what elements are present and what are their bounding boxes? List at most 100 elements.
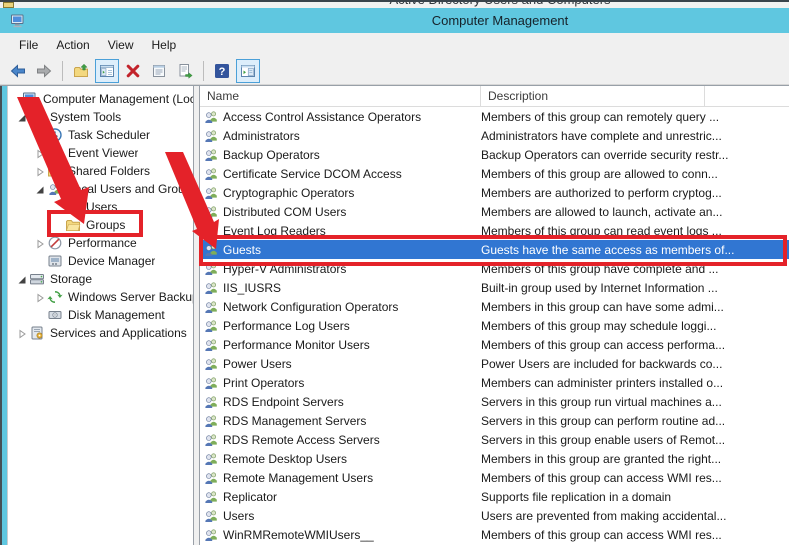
table-row[interactable]: UsersUsers are prevented from making acc… <box>200 506 789 525</box>
properties-button[interactable] <box>147 59 171 83</box>
tree-item-users[interactable]: Users <box>8 198 193 216</box>
show-console-tree-button[interactable] <box>95 59 119 83</box>
back-arrow-icon <box>10 63 26 79</box>
background-window-title: Active Directory Users and Computers <box>105 0 789 7</box>
back-button[interactable] <box>6 59 30 83</box>
menu-view[interactable]: View <box>99 35 143 55</box>
clock-icon <box>47 127 63 143</box>
table-row[interactable]: Remote Desktop UsersMembers in this grou… <box>200 449 789 468</box>
table-row[interactable]: RDS Remote Access ServersServers in this… <box>200 430 789 449</box>
groups-list: Name Description Access Control Assistan… <box>199 86 789 545</box>
list-header: Name Description <box>200 86 789 107</box>
table-row[interactable]: Hyper-V AdministratorsMembers of this gr… <box>200 259 789 278</box>
folder-up-icon <box>73 63 89 79</box>
tree-item-task-scheduler[interactable]: Task Scheduler <box>8 126 193 144</box>
tree-item-event-viewer[interactable]: Event Viewer <box>8 144 193 162</box>
help-button[interactable] <box>210 59 234 83</box>
action-pane-icon <box>240 63 256 79</box>
tools-icon <box>29 109 45 125</box>
table-row[interactable]: Remote Management UsersMembers of this g… <box>200 468 789 487</box>
column-header-description[interactable]: Description <box>481 86 705 106</box>
table-row[interactable]: Cryptographic OperatorsMembers are autho… <box>200 183 789 202</box>
column-header-spacer <box>705 86 789 106</box>
gauge-icon <box>47 235 63 251</box>
expand-icon[interactable] <box>35 184 47 194</box>
expand-icon[interactable] <box>17 112 29 122</box>
table-row[interactable]: ReplicatorSupports file replication in a… <box>200 487 789 506</box>
collapse-icon[interactable] <box>35 238 47 248</box>
group-icon <box>203 337 219 353</box>
tree-item-windows-server-backup[interactable]: Windows Server Backup <box>8 288 193 306</box>
collapse-icon[interactable] <box>35 130 47 140</box>
collapse-icon[interactable] <box>35 148 47 158</box>
table-row[interactable]: Network Configuration OperatorsMembers i… <box>200 297 789 316</box>
group-icon <box>203 318 219 334</box>
table-row[interactable]: Backup OperatorsBackup Operators can ove… <box>200 145 789 164</box>
computer-icon <box>22 91 38 107</box>
toolbar-separator <box>203 61 204 81</box>
tree-item-performance[interactable]: Performance <box>8 234 193 252</box>
group-icon <box>203 242 219 258</box>
table-row-selected[interactable]: GuestsGuests have the same access as mem… <box>200 240 789 259</box>
forward-button[interactable] <box>32 59 56 83</box>
group-icon <box>203 166 219 182</box>
group-icon <box>203 128 219 144</box>
disk-icon <box>47 307 63 323</box>
collapse-icon[interactable] <box>17 328 29 338</box>
properties-icon <box>151 63 167 79</box>
export-list-icon <box>177 63 193 79</box>
table-row[interactable]: RDS Endpoint ServersServers in this grou… <box>200 392 789 411</box>
group-icon <box>203 508 219 524</box>
table-row[interactable]: Print OperatorsMembers can administer pr… <box>200 373 789 392</box>
tree-item-disk-management[interactable]: Disk Management <box>8 306 193 324</box>
table-row[interactable]: AdministratorsAdministrators have comple… <box>200 126 789 145</box>
table-row[interactable]: IIS_IUSRSBuilt-in group used by Internet… <box>200 278 789 297</box>
group-icon <box>203 261 219 277</box>
tree-item-device-manager[interactable]: Device Manager <box>8 252 193 270</box>
tree-item-groups[interactable]: Groups <box>8 216 193 234</box>
table-row[interactable]: Power UsersPower Users are included for … <box>200 354 789 373</box>
menu-action[interactable]: Action <box>47 35 98 55</box>
table-row[interactable]: WinRMRemoteWMIUsers__Members of this gro… <box>200 525 789 544</box>
up-one-level-button[interactable] <box>69 59 93 83</box>
title-bar[interactable]: Computer Management <box>0 8 789 33</box>
table-row[interactable]: Performance Log UsersMembers of this gro… <box>200 316 789 335</box>
delete-button[interactable] <box>121 59 145 83</box>
table-row[interactable]: Certificate Service DCOM AccessMembers o… <box>200 164 789 183</box>
users-group-icon <box>47 181 63 197</box>
collapse-icon[interactable] <box>35 166 47 176</box>
table-row[interactable]: Event Log ReadersMembers of this group c… <box>200 221 789 240</box>
table-row[interactable]: Performance Monitor UsersMembers of this… <box>200 335 789 354</box>
table-row[interactable]: Distributed COM UsersMembers are allowed… <box>200 202 789 221</box>
log-book-icon <box>47 145 63 161</box>
group-icon <box>203 527 219 543</box>
group-icon <box>203 375 219 391</box>
export-list-button[interactable] <box>173 59 197 83</box>
table-row[interactable]: RDS Management ServersServers in this gr… <box>200 411 789 430</box>
column-header-name[interactable]: Name <box>200 86 481 106</box>
tree-item-shared-folders[interactable]: Shared Folders <box>8 162 193 180</box>
menu-file[interactable]: File <box>10 35 47 55</box>
tree-item-local-users-and-groups[interactable]: Local Users and Groups <box>8 180 193 198</box>
show-action-pane-button[interactable] <box>236 59 260 83</box>
window-left-border <box>0 86 8 545</box>
folder-icon <box>65 217 81 233</box>
tree-item-storage[interactable]: Storage <box>8 270 193 288</box>
group-icon <box>203 394 219 410</box>
menu-help[interactable]: Help <box>143 35 186 55</box>
console-tree-icon <box>99 63 115 79</box>
backup-arrows-icon <box>47 289 63 305</box>
folder-icon <box>65 199 81 215</box>
window-title: Computer Management <box>0 13 789 28</box>
console-tree: Computer Management (Local System Tools … <box>8 86 194 545</box>
group-icon <box>203 489 219 505</box>
group-icon <box>203 185 219 201</box>
tree-item-computer-management[interactable]: Computer Management (Local <box>8 90 193 108</box>
group-icon <box>203 413 219 429</box>
table-row[interactable]: Access Control Assistance OperatorsMembe… <box>200 107 789 126</box>
expand-icon[interactable] <box>17 274 29 284</box>
tree-item-services-and-applications[interactable]: Services and Applications <box>8 324 193 342</box>
tree-item-system-tools[interactable]: System Tools <box>8 108 193 126</box>
collapse-icon[interactable] <box>35 292 47 302</box>
menu-bar: File Action View Help <box>0 33 789 57</box>
